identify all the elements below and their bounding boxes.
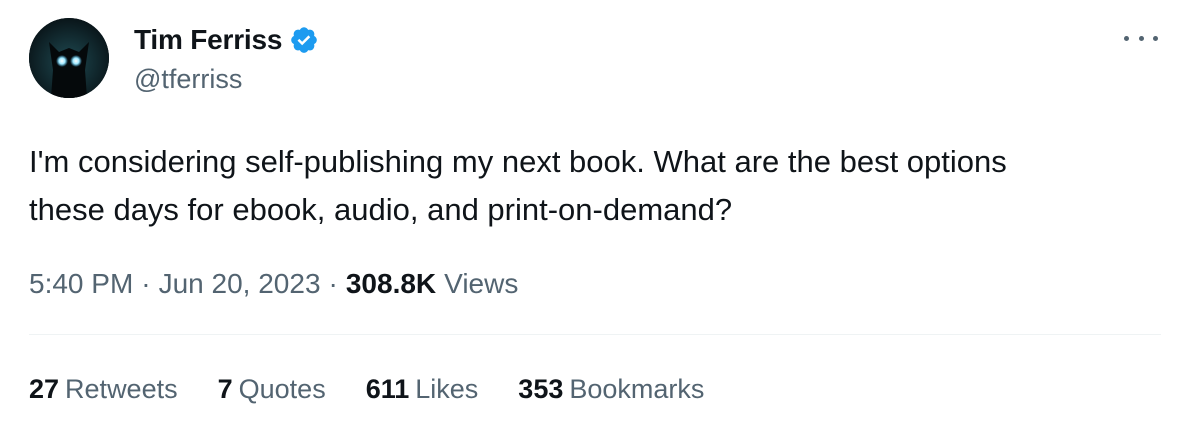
stat-quotes[interactable]: 7 Quotes [218, 374, 326, 405]
stat-likes[interactable]: 611 Likes [366, 374, 479, 405]
display-name[interactable]: Tim Ferriss [134, 24, 282, 56]
stat-bookmarks[interactable]: 353 Bookmarks [518, 374, 704, 405]
stat-label: Bookmarks [569, 373, 705, 404]
tweet-time[interactable]: 5:40 PM [29, 268, 133, 300]
meta-separator: · [141, 268, 151, 299]
tweet-text: I'm considering self-publishing my next … [29, 144, 1007, 227]
stat-count: 27 [29, 373, 60, 404]
views-label: Views [444, 268, 519, 299]
tweet-card: Tim Ferriss @tferriss I'm considering se… [0, 0, 1196, 440]
engagement-stats: 27 Retweets 7 Quotes 611 Likes 353 Bookm… [29, 368, 744, 410]
avatar[interactable] [29, 18, 109, 98]
verified-badge-icon[interactable] [289, 25, 319, 55]
handle[interactable]: @tferriss [134, 64, 242, 95]
views-count: 308.8K [345, 268, 437, 299]
stat-count: 611 [365, 373, 410, 404]
stat-count: 7 [217, 373, 233, 404]
stat-retweets[interactable]: 27 Retweets [29, 374, 178, 405]
meta-separator: · [328, 268, 338, 299]
tweet-date[interactable]: Jun 20, 2023 [159, 268, 321, 300]
more-options-icon[interactable] [1124, 26, 1158, 50]
wolf-avatar-icon [29, 18, 109, 98]
divider [29, 334, 1161, 335]
stat-label: Quotes [238, 373, 326, 404]
author-name-row: Tim Ferriss [134, 22, 319, 58]
stat-label: Retweets [65, 373, 178, 404]
tweet-meta: 5:40 PM · Jun 20, 2023 · 308.8K Views [29, 264, 518, 304]
stat-label: Likes [415, 373, 479, 404]
stat-count: 353 [518, 373, 564, 404]
